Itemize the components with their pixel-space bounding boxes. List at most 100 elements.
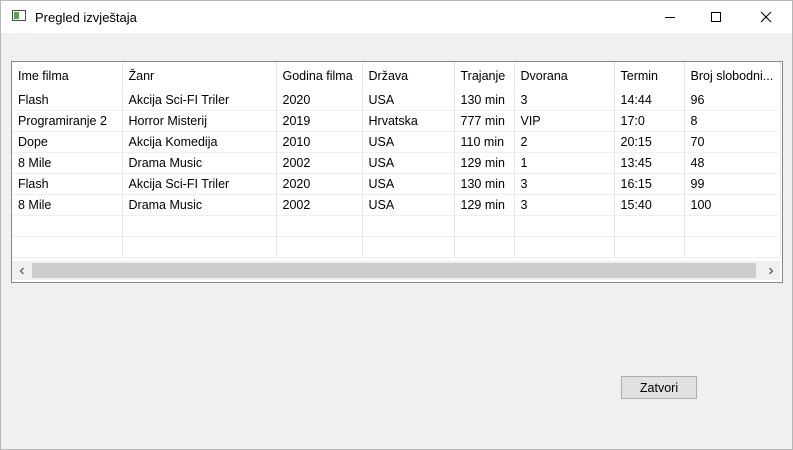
table-cell[interactable]: Drama Music [122,194,277,216]
table-cell[interactable]: 777 min [454,110,515,132]
table-cell[interactable]: 2010 [276,131,363,153]
column-header[interactable]: Godina filma [276,62,363,90]
table-cell[interactable]: 2020 [276,173,363,195]
empty-cell [276,236,363,258]
maximize-button[interactable] [693,1,739,33]
table-cell[interactable]: Flash [12,89,123,111]
table-cell[interactable]: 70 [684,131,781,153]
table-cell[interactable]: 2019 [276,110,363,132]
report-table[interactable]: Ime filma Žanr Godina filma Država Traja… [11,61,783,283]
table-row[interactable]: Flash Akcija Sci-FI Triler 2020 USA 130 min 3… [12,173,781,195]
table-cell[interactable]: Akcija Komedija [122,131,277,153]
column-header[interactable]: Ime filma [12,62,123,90]
minimize-icon [665,17,675,18]
empty-cell [362,236,455,258]
close-button[interactable]: Zatvori [621,376,697,399]
table-cell[interactable]: 96 [684,89,781,111]
table-cell[interactable]: 8 Mile [12,152,123,174]
scroll-right-button[interactable] [762,261,780,280]
empty-cell [684,236,781,258]
empty-cell [454,236,515,258]
chevron-right-icon [769,267,774,274]
table-cell[interactable]: 2020 [276,89,363,111]
table-cell[interactable]: 130 min [454,89,515,111]
empty-table-row [12,215,781,237]
table-cell[interactable]: 3 [514,173,615,195]
table-row[interactable]: 8 Mile Drama Music 2002 USA 129 min 1 13:45 48 [12,152,781,174]
table-header-row: Ime filma Žanr Godina filma Država Traja… [12,62,781,90]
window-title: Pregled izvještaja [35,10,137,25]
table-cell[interactable]: 16:15 [614,173,685,195]
table-cell[interactable]: 8 Mile [12,194,123,216]
table-cell[interactable]: 20:15 [614,131,685,153]
table-cell[interactable]: 15:40 [614,194,685,216]
table-cell[interactable]: Akcija Sci-FI Triler [122,89,277,111]
horizontal-scrollbar[interactable] [12,261,780,280]
table-cell[interactable]: 13:45 [614,152,685,174]
table-cell[interactable]: 129 min [454,194,515,216]
column-header[interactable]: Termin [614,62,685,90]
table-row[interactable]: 8 Mile Drama Music 2002 USA 129 min 3 15:40 100 [12,194,781,216]
table-cell[interactable]: USA [362,152,455,174]
report-window: Pregled izvještaja Ime filma Žanr Godina… [0,0,793,450]
column-header[interactable]: Država [362,62,455,90]
table-row[interactable]: Dope Akcija Komedija 2010 USA 110 min 2 20:15 7… [12,131,781,153]
table-cell[interactable]: 100 [684,194,781,216]
table-cell[interactable]: 1 [514,152,615,174]
table-cell[interactable]: Akcija Sci-FI Triler [122,173,277,195]
column-header[interactable]: Broj slobodni... [684,62,781,90]
table-cell[interactable]: 129 min [454,152,515,174]
table-cell[interactable]: Horror Misterij [122,110,277,132]
maximize-icon [711,12,721,22]
table-cell[interactable]: USA [362,131,455,153]
table-cell[interactable]: 3 [514,89,615,111]
title-bar[interactable]: Pregled izvještaja [1,1,792,33]
table-row[interactable]: Programiranje 2 Horror Misterij 2019 Hrvats… [12,110,781,132]
table-cell[interactable]: 2002 [276,194,363,216]
column-header[interactable]: Dvorana [514,62,615,90]
table-cell[interactable]: 14:44 [614,89,685,111]
window-app-icon [12,10,26,21]
column-header[interactable]: Žanr [122,62,277,90]
minimize-button[interactable] [647,1,693,33]
empty-table-row [12,236,781,258]
table-cell[interactable]: 130 min [454,173,515,195]
table-cell[interactable]: 17:0 [614,110,685,132]
empty-cell [684,215,781,237]
close-icon [760,11,772,23]
table-cell[interactable]: 8 [684,110,781,132]
scrollbar-thumb[interactable] [32,263,756,278]
empty-cell [454,215,515,237]
empty-cell [362,215,455,237]
empty-cell [614,236,685,258]
table-cell[interactable]: 3 [514,194,615,216]
column-header[interactable]: Trajanje [454,62,515,90]
table-cell[interactable]: 110 min [454,131,515,153]
table-cell[interactable]: 2002 [276,152,363,174]
scroll-left-button[interactable] [13,261,31,280]
empty-cell [276,215,363,237]
chevron-left-icon [19,267,24,274]
empty-cell [122,236,277,258]
table-body: Flash Akcija Sci-FI Triler 2020 USA 130 min 3… [12,89,781,258]
table-cell[interactable]: VIP [514,110,615,132]
table-cell[interactable]: USA [362,194,455,216]
table-cell[interactable]: Hrvatska [362,110,455,132]
table-cell[interactable]: 99 [684,173,781,195]
close-window-button[interactable] [743,1,789,33]
table-cell[interactable]: 2 [514,131,615,153]
empty-cell [514,215,615,237]
empty-cell [12,215,123,237]
table-cell[interactable]: USA [362,173,455,195]
table-cell[interactable]: Flash [12,173,123,195]
empty-cell [514,236,615,258]
table-cell[interactable]: 48 [684,152,781,174]
table-cell[interactable]: Dope [12,131,123,153]
table-cell[interactable]: USA [362,89,455,111]
table-cell[interactable]: Drama Music [122,152,277,174]
table-cell[interactable]: Programiranje 2 [12,110,123,132]
table-row[interactable]: Flash Akcija Sci-FI Triler 2020 USA 130 min 3… [12,89,781,111]
report-grid: Ime filma Žanr Godina filma Država Traja… [12,62,781,258]
empty-cell [614,215,685,237]
empty-cell [122,215,277,237]
